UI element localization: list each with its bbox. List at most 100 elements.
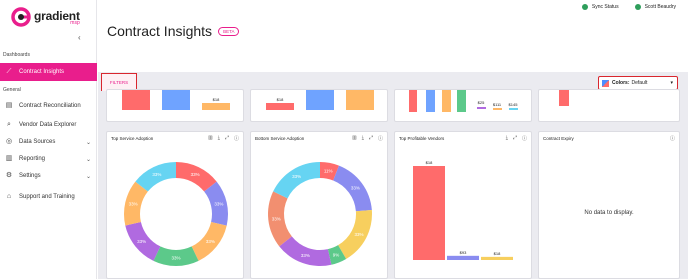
bar	[426, 90, 435, 112]
caret-down-icon: ▾	[670, 80, 673, 86]
user-avatar[interactable]	[634, 4, 641, 10]
top-row-chart-2: $18	[266, 90, 374, 110]
data-label: $111	[493, 102, 502, 107]
sidebar-item-support-and-training[interactable]: ⌂ Support and Training	[0, 188, 97, 206]
sidebar-item-settings[interactable]: ⚙ Settings ⌄	[0, 167, 97, 185]
pie-slice[interactable]	[279, 236, 332, 266]
colors-label: Colors:	[612, 80, 630, 86]
slice-label: 33%	[214, 202, 223, 207]
slice-label: 33%	[351, 185, 360, 190]
chevron-down-icon: ⌄	[85, 173, 91, 180]
sidebar: gradient msp ‹ Dashboards ⟋ Contract Ins…	[0, 0, 97, 279]
data-label: $18	[426, 160, 433, 165]
dashboards-section-label: Dashboards	[3, 52, 30, 58]
page-title: Contract Insights	[107, 23, 213, 39]
slice-label: 33%	[137, 239, 146, 244]
bar	[477, 107, 486, 109]
data-label: $18	[213, 97, 220, 102]
document-icon: ▤	[5, 102, 13, 109]
data-label: $18	[494, 251, 501, 256]
gradient-logo-icon	[11, 7, 31, 27]
pie-slice[interactable]	[273, 162, 320, 199]
general-section-label: General	[3, 87, 21, 93]
chevron-down-icon: ⌄	[85, 156, 91, 163]
sidebar-item-vendor-data-explorer[interactable]: ⌕ Vendor Data Explorer	[0, 116, 97, 134]
gear-icon: ⚙	[5, 172, 13, 179]
brand-logo[interactable]: gradient msp	[10, 6, 80, 28]
bar[interactable]	[447, 255, 479, 260]
data-label: $18	[277, 97, 284, 102]
app-root: gradient msp ‹ Dashboards ⟋ Contract Ins…	[0, 0, 688, 279]
colors-select[interactable]: Colors: Default ▾	[598, 76, 678, 90]
sync-status-link[interactable]: Sync Status	[592, 4, 619, 10]
slice-label: 33%	[272, 216, 281, 221]
bar	[509, 108, 518, 110]
top-row-card-4	[538, 89, 680, 122]
database-icon: ◎	[5, 138, 13, 145]
sidebar-item-label: Contract Insights	[19, 69, 65, 75]
chart-line-icon: ⟋	[6, 68, 12, 75]
top-row-card-3: $25 $111 $145	[394, 89, 532, 122]
palette-icon	[602, 79, 609, 87]
bar	[122, 90, 150, 110]
chevron-down-icon: ⌄	[85, 139, 91, 146]
graduation-cap-icon: ⌂	[6, 193, 12, 200]
sidebar-item-label: Reporting	[19, 156, 46, 162]
data-label: $25	[478, 100, 485, 105]
top-row-chart-1: $18	[122, 90, 230, 110]
sidebar-item-data-sources[interactable]: ◎ Data Sources ⌄	[0, 133, 97, 151]
top-service-adoption-card: Top Service Adoption ▥ ⤓ ⤢ ⓘ 33% 33% 33% 33…	[106, 131, 244, 279]
sidebar-item-contract-insights[interactable]: ⟋ Contract Insights	[0, 63, 97, 81]
sidebar-item-label: Contract Reconciliation	[19, 103, 81, 109]
user-name[interactable]: Scott Beaudry	[645, 4, 676, 10]
sidebar-item-label: Settings	[19, 173, 41, 179]
bar[interactable]	[413, 166, 445, 260]
sidebar-item-label: Support and Training	[19, 194, 75, 200]
top-row-chart-3: $25 $111 $145	[409, 90, 519, 112]
top-profitable-vendors-card: Top Profitable Vendors ⤓ ⤢ ⓘ $18 $93 $18	[394, 131, 532, 279]
sidebar-item-label: Vendor Data Explorer	[19, 122, 77, 128]
bar	[162, 90, 190, 110]
top-row-chart-4	[559, 90, 569, 106]
data-label: $145	[509, 102, 519, 107]
dashboard-content: $18 $18 $25 $111 $145 Top Service Adopti…	[98, 89, 688, 279]
bar[interactable]	[481, 256, 513, 260]
bar	[346, 90, 374, 110]
slice-label: 33%	[292, 174, 301, 179]
slice-label: 33%	[191, 172, 200, 177]
info-icon[interactable]: ⓘ	[670, 135, 675, 142]
bar	[493, 108, 502, 110]
contract-expiry-card: Contract Expiry ⓘ No data to display.	[538, 131, 680, 279]
slice-label: 33%	[171, 256, 180, 261]
slice-label: 33%	[129, 202, 138, 207]
bottom-service-donut-chart: 11% 33% 33% 9% 33% 33% 33%	[268, 162, 372, 266]
card-title: Contract Expiry	[543, 136, 574, 141]
no-data-message: No data to display.	[584, 210, 634, 216]
data-label: $93	[460, 250, 467, 255]
bar	[442, 90, 451, 112]
sidebar-item-contract-reconciliation[interactable]: ▤ Contract Reconciliation	[0, 97, 97, 115]
collapse-sidebar-button[interactable]: ‹	[78, 33, 81, 42]
search-icon: ⌕	[7, 121, 11, 128]
card-tools: ⓘ	[670, 135, 675, 142]
bar	[202, 103, 230, 110]
bar	[266, 103, 294, 110]
page-header: Contract Insights BETA	[107, 23, 240, 39]
slice-label: 9%	[333, 252, 340, 257]
sidebar-item-reporting[interactable]: ▥ Reporting ⌄	[0, 150, 97, 168]
bar	[559, 90, 569, 106]
bar	[409, 90, 417, 112]
slice-label: 33%	[354, 232, 363, 237]
slice-label: 33%	[152, 172, 161, 177]
top-row-card-1: $18	[106, 89, 244, 122]
report-icon: ▥	[5, 155, 13, 162]
slice-label: 33%	[206, 239, 215, 244]
sidebar-item-label: Data Sources	[19, 139, 56, 145]
topbar-status: Sync Status Scott Beaudry	[581, 4, 676, 10]
top-row-card-2: $18	[250, 89, 388, 122]
top-vendors-bar-chart: $18 $93 $18	[413, 160, 513, 260]
bar	[306, 90, 334, 110]
slice-label: 11%	[324, 168, 333, 173]
bottom-service-adoption-card: Bottom Service Adoption ▥ ⤓ ⤢ ⓘ 11% 33% 33…	[250, 131, 388, 279]
sync-status-dot-icon	[581, 4, 588, 10]
